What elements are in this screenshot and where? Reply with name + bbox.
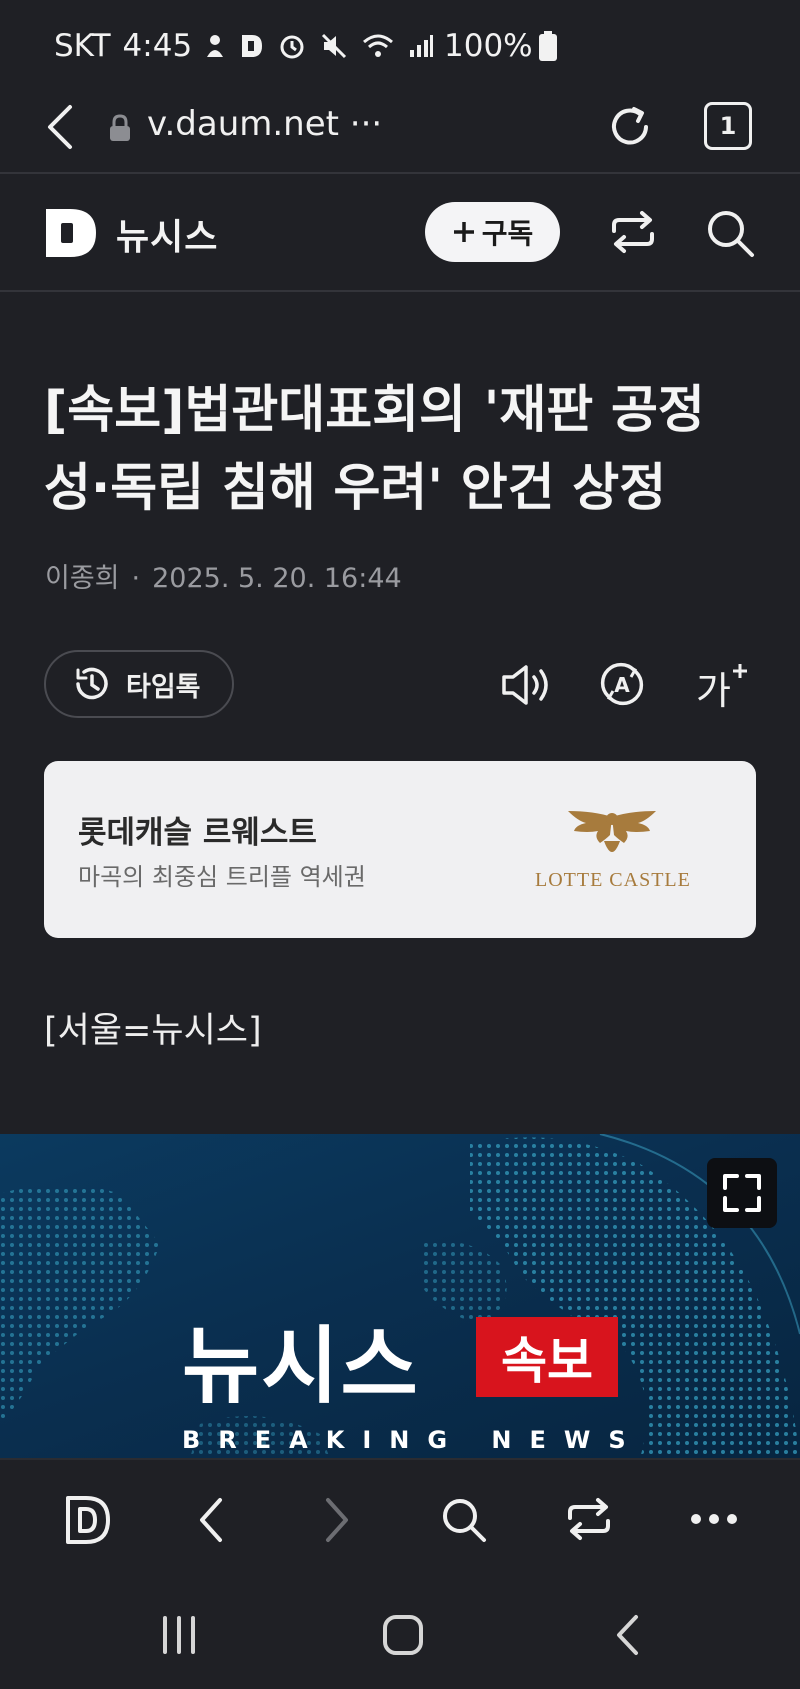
toolbar-forward-button[interactable] [322, 1496, 352, 1544]
forward-icon [326, 1498, 348, 1542]
reload-button[interactable] [606, 103, 654, 151]
bixby-icon [207, 35, 224, 57]
recent-apps-icon [163, 1616, 195, 1654]
share-button[interactable] [608, 207, 658, 257]
battery-icon [538, 31, 557, 61]
home-button[interactable] [382, 1614, 424, 1656]
lock-icon [108, 113, 132, 143]
ad-logo-text: LOTTE CASTLE [535, 869, 691, 891]
clock-icon [76, 667, 108, 700]
headline-line-2: 성·독립 침해 우려' 안건 상정 [44, 459, 667, 518]
image-caption: BREAKING NEWS [182, 1426, 644, 1454]
signal-icon [410, 35, 434, 57]
timetalk-label: 타임톡 [126, 671, 201, 703]
system-nav-bar [0, 1578, 800, 1689]
url-field[interactable]: v.daum.net ··· [147, 104, 382, 144]
search-icon [708, 211, 754, 257]
toolbar-share-button[interactable] [564, 1494, 614, 1544]
back-icon [200, 1498, 222, 1542]
plus-small-icon [732, 664, 747, 678]
ad-subtitle: 마곡의 최중심 트리플 역세권 [78, 863, 366, 891]
share-icon [612, 211, 654, 253]
translate-icon: A [600, 662, 644, 706]
back-icon [48, 105, 72, 149]
status-bar: SKT 4:45 100% [0, 0, 800, 90]
image-brand-text: 뉴시스 [182, 1317, 420, 1415]
speaker-icon [502, 665, 548, 705]
back-button[interactable] [44, 103, 74, 151]
browser-toolbar [0, 1458, 800, 1580]
recent-apps-button[interactable] [160, 1616, 198, 1654]
search-icon [443, 1499, 486, 1542]
font-size-button[interactable]: 가 [696, 660, 749, 715]
reload-icon [612, 107, 648, 145]
clock-time: 4:45 [122, 28, 193, 64]
ad-title: 롯데캐슬 르웨스트 [78, 815, 317, 851]
share-icon [568, 1498, 610, 1540]
subscribe-button[interactable]: 구독 [425, 202, 560, 262]
system-back-button[interactable] [614, 1614, 640, 1656]
svg-text:A: A [614, 673, 630, 697]
lotte-castle-eagle-icon [564, 807, 660, 863]
daum-status-icon [242, 35, 263, 57]
status-left: SKT 4:45 [54, 28, 434, 64]
article-body-line: [서울=뉴시스] [44, 1011, 262, 1051]
tab-count: 1 [719, 112, 737, 140]
daum-logo-icon [46, 209, 96, 257]
author[interactable]: 이종희 [45, 563, 120, 594]
toolbar-back-button[interactable] [196, 1496, 226, 1544]
subscribe-label: 구독 [481, 217, 534, 250]
toolbar-more-button[interactable] [690, 1512, 738, 1526]
headline-line-1: [속보]법관대표회의 '재판 공정 [44, 381, 705, 440]
fullscreen-icon [723, 1174, 761, 1212]
daum-logo-icon [66, 1496, 110, 1544]
published-datetime: 2025. 5. 20. 16:44 [152, 563, 402, 594]
article-image[interactable]: 뉴시스 속보 BREAKING NEWS [0, 1134, 800, 1458]
tabs-button[interactable]: 1 [704, 102, 752, 150]
carrier: SKT [54, 28, 111, 64]
daum-home-button[interactable] [64, 1494, 112, 1546]
fullscreen-button[interactable] [707, 1158, 777, 1228]
press-name[interactable]: 뉴시스 [116, 208, 218, 260]
battery-status: 100% [444, 28, 557, 64]
toolbar-search-button[interactable] [440, 1496, 488, 1544]
alarm-icon [280, 35, 304, 59]
more-icon [691, 1514, 737, 1524]
status-notification-icons [204, 32, 434, 60]
back-icon [617, 1615, 638, 1655]
article-meta: 이종희 · 2025. 5. 20. 16:44 [45, 556, 402, 595]
image-breaking-badge: 속보 [476, 1317, 618, 1397]
read-aloud-button[interactable] [500, 663, 552, 707]
ad-banner[interactable]: 롯데캐슬 르웨스트 마곡의 최중심 트리플 역세권 LOTTE CASTLE [44, 761, 756, 938]
home-icon [383, 1615, 423, 1655]
daum-logo[interactable] [46, 207, 98, 259]
mute-icon [322, 33, 347, 59]
timetalk-button[interactable]: 타임톡 [44, 650, 234, 718]
font-size-label: 가 [696, 669, 731, 713]
translate-button[interactable]: A [598, 660, 646, 708]
plus-icon [453, 222, 474, 242]
meta-separator: · [131, 563, 141, 594]
search-button[interactable] [704, 207, 756, 259]
battery-percent: 100% [444, 28, 533, 64]
article-headline: [속보]법관대표회의 '재판 공정 성·독립 침해 우려' 안건 상정 [44, 372, 764, 528]
wifi-icon [363, 34, 394, 57]
image-badge-label: 속보 [501, 1332, 593, 1390]
